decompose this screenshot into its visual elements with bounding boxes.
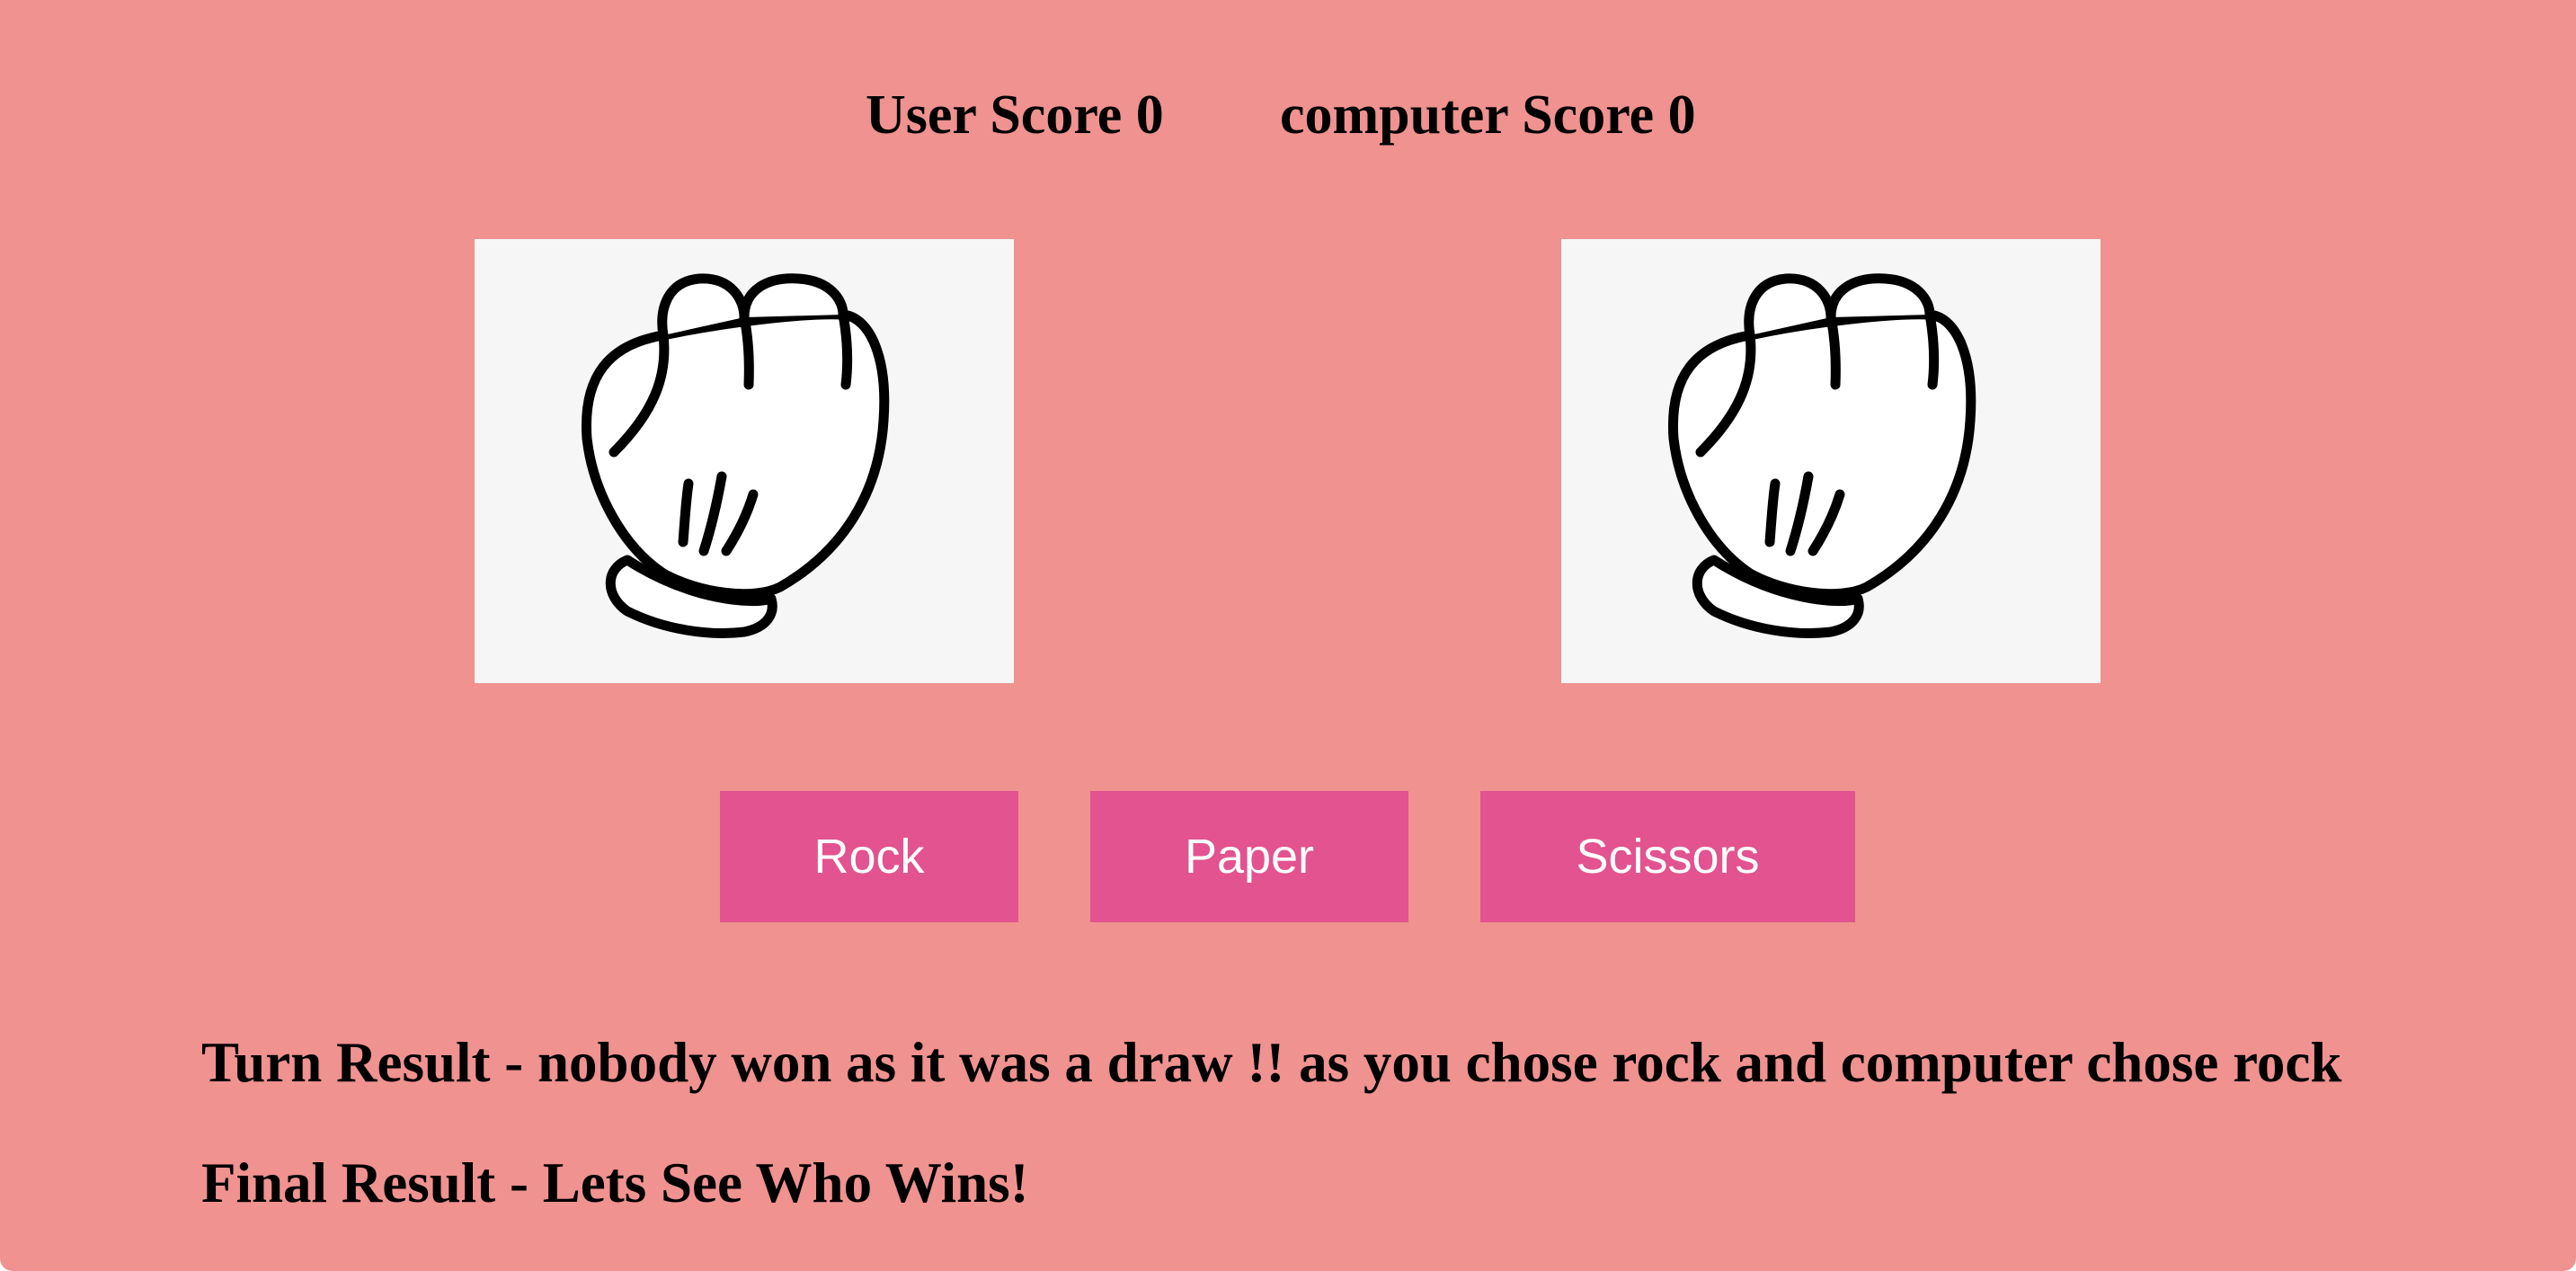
user-choice-panel: [475, 239, 1014, 683]
computer-choice-panel: [1561, 239, 2101, 683]
final-result: Final Result - Lets See Who Wins!: [201, 1151, 1029, 1214]
scissors-button[interactable]: Scissors: [1480, 791, 1855, 922]
scoreboard: User Score 0 computer Score 0: [0, 79, 2576, 151]
rock-fist-icon: [581, 273, 890, 638]
game-page: User Score 0 computer Score 0 Rock Paper…: [0, 0, 2576, 1271]
paper-button[interactable]: Paper: [1090, 791, 1408, 922]
turn-result: Turn Result - nobody won as it was a dra…: [201, 1031, 2342, 1094]
rock-fist-icon: [1667, 273, 1976, 638]
user-score: User Score 0: [866, 84, 1164, 146]
rock-button[interactable]: Rock: [720, 791, 1018, 922]
computer-score: computer Score 0: [1280, 84, 1696, 146]
